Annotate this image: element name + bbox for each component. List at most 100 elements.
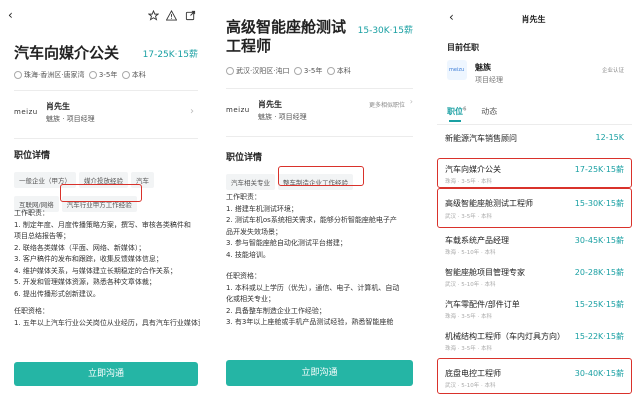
divider [226,88,413,89]
req-line: 3. 有3年以上座舱或手机产品测试经验，熟悉智能座舱 [226,318,394,326]
highlight-box [60,184,142,202]
job-title: 机械结构工程师（车内灯具方向） [445,332,565,341]
company-logo: meizu [14,108,38,116]
divider [14,90,198,91]
list-item[interactable]: 新能源汽车销售顾问 12-15K [437,126,632,154]
experience-icon [293,67,302,75]
job-list: 新能源汽车销售顾问 12-15K 汽车向媒介公关 17-25K·15薪 珠海 · 3… [437,126,632,397]
report-warning-icon[interactable] [166,10,177,21]
company-card[interactable]: meizu 魅族 项目经理 企业认证 [447,60,632,90]
active-tab-indicator [449,120,461,122]
job-title: 汽车向媒介公关 [14,44,120,62]
salary: 15-30K·15薪 [357,26,413,36]
chat-now-button[interactable]: 立即沟通 [14,362,198,386]
current-job-title: 目前任职 [447,43,479,52]
job-title-line: 工程师 [226,37,272,55]
duty-line: 3. 参与智能座舱自动化测试平台搭建； [226,239,347,247]
tabs: 职位6 动态 [447,106,497,122]
job-salary: 20-28K·15薪 [574,268,624,277]
section-title: 职位详情 [14,151,51,161]
back-icon[interactable]: ‹ [8,8,13,22]
duties: 工作职责： 1. 搭建车机测试环境； 2. 测试车机os系统相关需求，能够分析智… [226,192,399,329]
duty-line: 3. 客户稿件的发布和跟踪，收集反馈媒体信息； [14,255,163,263]
share-icon[interactable] [185,10,196,21]
highlight-box [278,166,364,186]
more-similar-jobs-link[interactable]: 更多相似职位 [369,100,405,109]
recruiter-name: 肖先生 [258,100,282,109]
recruiter-name: 肖先生 [46,102,70,111]
req-line: 1. 本科或以上学历（优先），通信、电子、计算机、自动 [226,283,400,292]
job-meta: 武汉·汉阳区·沌口 3-5年 本科 [226,66,351,76]
req-line: 化或相关专业； [226,295,275,303]
recruiter-company-role: 魅族 · 项目经理 [46,115,95,123]
job-sub: 珠海 · 3-5年 · 本科 [445,346,492,352]
tag: 汽车相关专业 [226,174,275,190]
company-logo: meizu [226,106,250,114]
duty-line: 4. 技能培训。 [226,250,270,259]
duty-line: 5. 开发和管理媒体资源，熟悉各种文章体裁； [14,278,156,286]
recruiter-company-role: 魅族 · 项目经理 [258,113,307,121]
list-item[interactable]: 智能座舱项目管理专家 20-28K·15薪 武汉 · 5-10年 · 本科 [437,262,632,294]
duty-line: 6. 提出传播形式创新建议。 [14,289,100,298]
job-sub: 珠海 · 3-5年 · 本科 [445,314,492,320]
highlight-box [437,158,632,188]
job-detail-panel-1: ‹ 汽车向媒介公关 17-25K·15薪 珠海·香洲区·唐家湾 3-5年 本科 … [0,0,208,397]
tab-jobs[interactable]: 职位6 [447,106,469,122]
req-line: 2. 具备整车制造企业工作经验； [226,306,326,315]
job-salary: 12-15K [595,133,625,142]
duties-title: 工作职责： [226,193,261,201]
job-title: 智能座舱项目管理专家 [445,268,525,277]
duties-title: 工作职责： [14,209,49,217]
divider [437,124,632,125]
req-line: 1. 五年以上汽车行业公关岗位从业经历，具有汽车行业媒体资源； [14,318,200,327]
job-salary: 15-25K·15薪 [574,300,624,309]
job-title-line: 高级智能座舱测试 [226,18,347,36]
duty-line: 项目总结报告等； [14,232,70,240]
recruiter-profile-panel: ‹ 肖先生 目前任职 meizu 魅族 项目经理 企业认证 职位6 动态 新能源… [427,0,640,397]
company-name: 魅族 [475,63,491,72]
job-detail-panel-2: 高级智能座舱测试 工程师 15-30K·15薪 武汉·汉阳区·沌口 3-5年 本… [214,0,421,397]
duty-line: 品开发失效场景； [226,227,282,236]
location-icon [226,67,234,75]
job-salary: 15-22K·15薪 [574,332,624,341]
list-item[interactable]: 汽车零配件/部件订单 15-25K·15薪 珠海 · 3-5年 · 本科 [437,294,632,326]
chevron-right-icon: › [190,106,194,117]
recruiter-name-header: 肖先生 [521,15,546,24]
list-item[interactable]: 车载系统产品经理 30-45K·15薪 珠海 · 5-10年 · 本科 [437,230,632,262]
tab-jobs-count: 6 [463,106,467,113]
job-title: 车载系统产品经理 [445,236,509,245]
job-sub: 珠海 · 5-10年 · 本科 [445,250,496,256]
salary: 17-25K·15薪 [142,50,198,60]
chevron-right-icon: › [409,97,413,106]
favorite-star-icon[interactable] [148,10,159,21]
req-title: 任职资格： [14,307,49,315]
education-icon [326,67,335,75]
experience-icon [88,71,97,79]
job-salary: 30-45K·15薪 [574,236,624,245]
duty-line: 2. 测试车机os系统相关需求，能够分析智能座舱电子产 [226,216,397,224]
job-title: 汽车零配件/部件订单 [445,300,520,309]
divider [14,138,198,139]
highlight-box [437,188,632,228]
divider [226,136,413,137]
job-meta: 珠海·香洲区·唐家湾 3-5年 本科 [14,70,146,80]
verified-badge: 企业认证 [601,68,624,74]
job-title: 高级智能座舱测试 工程师 [226,18,346,56]
duty-line: 4. 维护媒体关系，与媒体建立长期稳定的合作关系； [14,266,177,275]
duty-line: 1. 制定年度、月度传播策略方案，撰写、审核各类稿件和 [14,220,191,229]
duties: 工作职责： 1. 制定年度、月度传播策略方案，撰写、审核各类稿件和 项目总结报告… [14,208,200,329]
tab-activity[interactable]: 动态 [481,107,497,116]
chat-now-button[interactable]: 立即沟通 [226,360,413,386]
company-role: 项目经理 [475,76,503,84]
top-bar: ‹ [8,8,200,24]
recruiter-card[interactable]: meizu 肖先生 魅族 · 项目经理 › [14,98,198,130]
highlight-box [437,358,632,394]
job-title: 新能源汽车销售顾问 [445,134,517,143]
list-item[interactable]: 机械结构工程师（车内灯具方向） 15-22K·15薪 珠海 · 3-5年 · 本科 [437,326,632,358]
education-icon [121,71,130,79]
duty-line: 2. 联络各类媒体（平面、网络、新媒体）； [14,243,146,252]
recruiter-card[interactable]: meizu 肖先生 魅族 · 项目经理 更多相似职位 › [226,96,413,128]
location-icon [14,71,22,79]
req-title: 任职资格： [226,272,261,280]
company-logo: meizu [447,60,467,80]
